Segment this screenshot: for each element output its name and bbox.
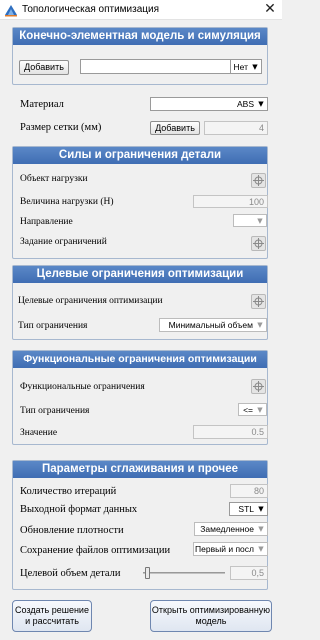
slider-thumb[interactable] xyxy=(145,567,150,579)
material-dropdown[interactable]: ABS ▼ xyxy=(150,97,268,111)
title-bar: Топологическая оптимизация ✕ xyxy=(0,0,282,20)
crosshair-icon xyxy=(253,296,264,307)
load-object-pick-button[interactable] xyxy=(251,173,266,188)
target-volume-field[interactable]: 0,5 xyxy=(230,566,268,580)
target-constraints-panel-header: Целевые ограничения оптимизации xyxy=(13,266,267,283)
functional-type-dropdown-value: <= xyxy=(243,405,253,415)
crosshair-icon xyxy=(253,238,264,249)
functional-constraints-label: Функциональные ограничения xyxy=(20,382,145,392)
chevron-down-icon: ▼ xyxy=(258,505,264,513)
output-format-dropdown-value: STL xyxy=(238,504,254,514)
chevron-down-icon: ▼ xyxy=(258,100,264,108)
functional-constraints-pick-button[interactable] xyxy=(251,379,266,394)
target-constraints-label: Целевые ограничения оптимизации xyxy=(18,296,163,306)
material-label: Материал xyxy=(20,99,64,110)
open-optimized-model-button[interactable]: Открыть оптимизированную модель xyxy=(150,600,272,632)
functional-type-dropdown[interactable]: <= ▼ xyxy=(238,403,267,416)
functional-value-label: Значение xyxy=(20,428,58,438)
target-type-dropdown[interactable]: Минимальный объем ▼ xyxy=(159,318,267,332)
fem-model-dropdown[interactable]: Нет ▼ xyxy=(230,59,262,74)
output-format-label: Выходной формат данных xyxy=(20,504,138,515)
functional-constraints-panel-header: Функциональные ограничения оптимизации xyxy=(13,351,267,368)
slider-track xyxy=(143,572,225,574)
iterations-field[interactable]: 80 xyxy=(230,484,268,498)
target-constraints-pick-button[interactable] xyxy=(251,294,266,309)
target-type-dropdown-value: Минимальный объем xyxy=(168,320,253,330)
window-title: Топологическая оптимизация xyxy=(22,4,159,15)
fem-panel: Конечно-элементная модель и симуляция xyxy=(12,27,268,85)
create-and-calculate-button[interactable]: Создать решение и рассчитать xyxy=(12,600,92,632)
mesh-size-field[interactable]: 4 xyxy=(204,121,268,135)
forces-panel-header: Силы и ограничения детали xyxy=(13,147,267,164)
mesh-size-label: Размер сетки (мм) xyxy=(20,122,102,133)
fem-panel-header: Конечно-элементная модель и симуляция xyxy=(13,28,267,45)
crosshair-icon xyxy=(253,381,264,392)
direction-label: Направление xyxy=(20,217,73,227)
save-files-dropdown[interactable]: Первый и посл ▼ xyxy=(193,542,268,556)
target-volume-label: Целевой объем детали xyxy=(20,568,121,579)
output-format-dropdown[interactable]: STL ▼ xyxy=(229,502,268,516)
app-logo-icon xyxy=(4,3,18,17)
target-type-label: Тип ограничения xyxy=(18,321,88,331)
save-files-label: Сохранение файлов оптимизации xyxy=(20,545,171,556)
close-icon[interactable]: ✕ xyxy=(262,1,278,17)
constraints-label: Задание ограничений xyxy=(20,237,107,247)
fem-model-dropdown-value: Нет xyxy=(233,62,248,72)
functional-value-field[interactable]: 0.5 xyxy=(193,425,268,439)
mesh-add-button[interactable]: Добавить xyxy=(150,121,200,135)
density-update-dropdown-value: Замедленное xyxy=(200,524,254,534)
load-value-field[interactable]: 100 xyxy=(193,195,268,208)
functional-type-label: Тип ограничения xyxy=(20,406,90,416)
iterations-label: Количество итераций xyxy=(20,486,117,497)
chevron-down-icon: ▼ xyxy=(252,63,258,71)
chevron-down-icon: ▼ xyxy=(257,217,263,225)
load-object-label: Объект нагрузки xyxy=(20,174,88,184)
chevron-down-icon: ▼ xyxy=(257,321,263,329)
direction-dropdown[interactable]: ▼ xyxy=(233,214,267,227)
fem-model-field[interactable] xyxy=(80,59,232,74)
chevron-down-icon: ▼ xyxy=(258,545,264,553)
smoothing-panel-header: Параметры сглаживания и прочее xyxy=(13,461,267,478)
load-value-label: Величина нагрузки (Н) xyxy=(20,197,114,207)
chevron-down-icon: ▼ xyxy=(257,406,263,414)
density-update-dropdown[interactable]: Замедленное ▼ xyxy=(194,522,268,536)
density-update-label: Обновление плотности xyxy=(20,525,124,536)
target-volume-slider[interactable] xyxy=(143,566,225,580)
chevron-down-icon: ▼ xyxy=(258,525,264,533)
crosshair-icon xyxy=(253,175,264,186)
fem-add-button[interactable]: Добавить xyxy=(19,60,69,75)
constraints-pick-button[interactable] xyxy=(251,236,266,251)
save-files-dropdown-value: Первый и посл xyxy=(195,544,254,554)
material-dropdown-value: ABS xyxy=(236,99,254,109)
